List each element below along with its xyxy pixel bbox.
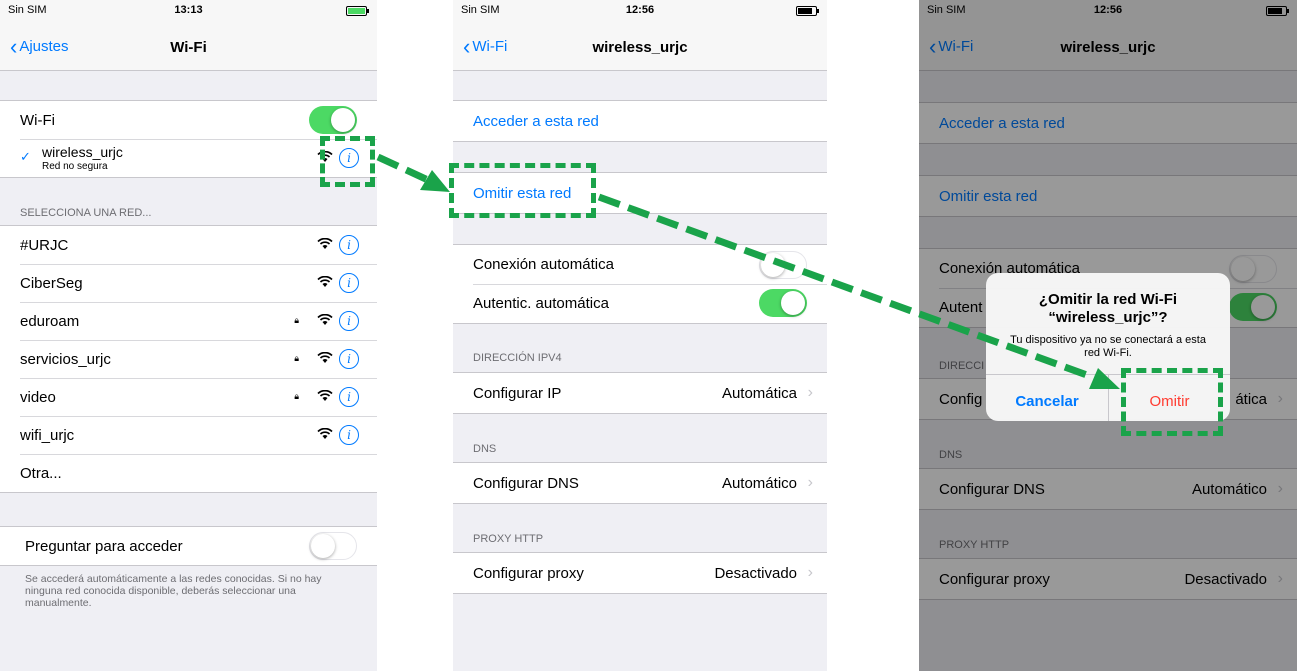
wifi-settings-screen: Sin SIM 13:13 ‹ Ajustes Wi-Fi Wi-Fi ✓ wir… (0, 0, 377, 671)
lock-icon: 🔒︎ (294, 353, 299, 363)
section-header-networks: SELECCIONA UNA RED... (20, 207, 152, 219)
chevron-right-icon: › (807, 564, 813, 581)
configure-dns-value: Automático (721, 475, 797, 492)
nav-bar: ‹ Ajustes Wi-Fi (0, 20, 377, 71)
auto-login-toggle[interactable] (759, 289, 807, 317)
confirm-forget-button[interactable]: Omitir (1109, 393, 1230, 410)
auto-join-label: Conexión automática (473, 256, 614, 273)
ask-to-join-group: Preguntar para acceder (0, 526, 377, 566)
status-bar: Sin SIM 13:13 (0, 0, 377, 20)
network-name: video (20, 389, 56, 406)
network-row[interactable]: servicios_urjc 🔒︎ i (0, 340, 377, 378)
network-row[interactable]: video 🔒︎ i (0, 378, 377, 416)
ask-to-join-label: Preguntar para acceder (25, 538, 183, 555)
ipv4-group: Configurar IP Automática › (453, 372, 827, 414)
info-icon[interactable]: i (339, 311, 359, 331)
forget-network-row[interactable]: Omitir esta red (453, 174, 827, 212)
wifi-group: Wi-Fi ✓ wireless_urjc Red no segura i (0, 100, 377, 178)
chevron-right-icon: › (807, 384, 813, 401)
network-row[interactable]: wifi_urjc i (0, 416, 377, 454)
auto-login-row: Autentic. automática (453, 284, 827, 322)
proxy-group: Configurar proxy Desactivado › (453, 552, 827, 594)
network-name: CiberSeg (20, 275, 83, 292)
configure-dns-label: Configurar DNS (473, 475, 579, 492)
section-header-dns: DNS (473, 443, 497, 455)
configure-ip-label: Configurar IP (473, 385, 562, 402)
configure-proxy-row[interactable]: Configurar proxy Desactivado › (453, 554, 827, 592)
network-name: eduroam (20, 313, 80, 330)
wifi-signal-icon (317, 276, 333, 287)
connected-network-row[interactable]: ✓ wireless_urjc Red no segura i (0, 139, 377, 177)
arrow-line-1 (376, 153, 430, 184)
connected-network-name: wireless_urjc (42, 144, 123, 160)
other-network-row[interactable]: Otra... (0, 454, 377, 492)
status-time: 13:13 (174, 4, 203, 16)
checkmark-icon: ✓ (20, 149, 31, 164)
section-header-proxy: PROXY HTTP (473, 533, 544, 545)
auto-join-row: Conexión automática (453, 245, 827, 283)
info-icon[interactable]: i (339, 235, 359, 255)
ask-to-join-row: Preguntar para acceder (0, 527, 377, 565)
network-row[interactable]: eduroam 🔒︎ i (0, 302, 377, 340)
join-network-row[interactable]: Acceder a esta red (453, 102, 827, 140)
page-title: wireless_urjc (592, 39, 688, 56)
configure-ip-row[interactable]: Configurar IP Automática › (453, 374, 827, 412)
forget-group: Omitir esta red (453, 172, 827, 214)
network-detail-screen: Sin SIM 12:56 ‹ Wi-Fi wireless_urjc Acced… (453, 0, 827, 671)
configure-dns-row[interactable]: Configurar DNS Automático › (453, 464, 827, 502)
auto-join-toggle[interactable] (759, 251, 807, 279)
wifi-signal-icon (317, 352, 333, 363)
info-icon[interactable]: i (339, 349, 359, 369)
network-list: #URJC i CiberSeg i eduroam 🔒︎ i servicio… (0, 225, 377, 493)
page-title: Wi-Fi (170, 39, 207, 56)
auto-login-label: Autentic. automática (473, 295, 609, 312)
lock-icon: 🔒︎ (294, 391, 299, 401)
auto-group: Conexión automática Autentic. automática (453, 244, 827, 324)
forget-network-alert: ¿Omitir la red Wi-Fi “wireless_urjc”? Tu… (986, 273, 1230, 421)
status-bar: Sin SIM 12:56 (453, 0, 827, 20)
forget-network-label: Omitir esta red (473, 185, 572, 202)
configure-proxy-label: Configurar proxy (473, 565, 584, 582)
wifi-signal-icon (317, 390, 333, 401)
info-icon[interactable]: i (339, 387, 359, 407)
cancel-button[interactable]: Cancelar (986, 393, 1108, 410)
network-row[interactable]: #URJC i (0, 226, 377, 264)
info-icon[interactable]: i (339, 148, 359, 168)
ask-to-join-footer: Se accederá automáticamente a las redes … (25, 573, 322, 609)
network-name: #URJC (20, 237, 69, 254)
arrow-head-1 (420, 170, 450, 192)
chevron-right-icon: › (807, 474, 813, 491)
connected-network-status: Red no segura (42, 161, 108, 172)
info-icon[interactable]: i (339, 273, 359, 293)
wifi-signal-icon (317, 151, 333, 162)
wifi-toggle-row: Wi-Fi (0, 101, 377, 139)
battery-icon (796, 6, 819, 16)
join-group: Acceder a esta red (453, 100, 827, 142)
alert-title: ¿Omitir la red Wi-Fi “wireless_urjc”? (1038, 291, 1178, 326)
alert-message: Tu dispositivo ya no se conectará a esta… (1010, 334, 1206, 359)
network-name: wifi_urjc (20, 427, 75, 444)
lock-icon: 🔒︎ (294, 315, 299, 325)
network-row[interactable]: CiberSeg i (0, 264, 377, 302)
configure-proxy-value: Desactivado (714, 565, 797, 582)
wifi-signal-icon (317, 314, 333, 325)
join-network-label: Acceder a esta red (473, 113, 599, 130)
configure-ip-value: Automática (721, 385, 797, 402)
other-network-label: Otra... (20, 465, 62, 482)
ask-to-join-toggle[interactable] (309, 532, 357, 560)
wifi-label: Wi-Fi (20, 112, 55, 129)
dns-group: Configurar DNS Automático › (453, 462, 827, 504)
nav-bar: ‹ Wi-Fi wireless_urjc (453, 20, 827, 71)
network-name: servicios_urjc (20, 351, 111, 368)
battery-icon (346, 6, 369, 16)
wifi-signal-icon (317, 428, 333, 439)
section-header-ipv4: DIRECCIÓN IPV4 (473, 352, 562, 364)
info-icon[interactable]: i (339, 425, 359, 445)
status-time: 12:56 (625, 4, 655, 16)
wifi-toggle[interactable] (309, 106, 357, 134)
wifi-signal-icon (317, 238, 333, 249)
